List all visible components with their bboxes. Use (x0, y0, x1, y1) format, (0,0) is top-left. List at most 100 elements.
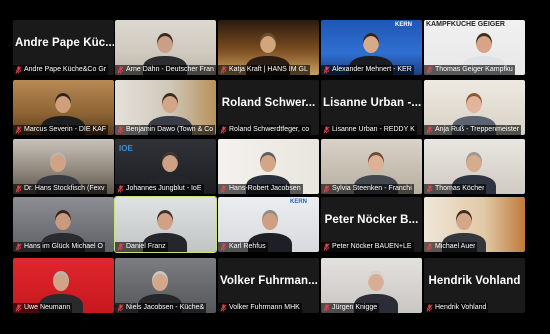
participant-tile[interactable]: Dr. Hans Stockfisch (Fexv (13, 139, 114, 194)
muted-mic-icon (15, 243, 22, 251)
participant-name-bar: Alexander Mehnert - KER (321, 65, 414, 75)
participant-tile[interactable]: Hans-Robert Jacobsen (218, 139, 319, 194)
participant-name-label: Thomas Geiger Kampfku (435, 66, 513, 73)
participant-name-bar: Niels Jacobsen - Küche& (115, 303, 207, 313)
participant-name-label: Anja Ruß - Treppenmeister (435, 126, 520, 133)
participant-name-bar: Peter Nöcker BAUEN+LE (321, 242, 414, 252)
muted-mic-icon (15, 185, 22, 193)
participant-name-bar: Anja Ruß - Treppenmeister (424, 125, 522, 135)
participant-name-label: Dr. Hans Stockfisch (Fexv (24, 185, 105, 192)
participant-name-bar: Daniel Franz (115, 242, 168, 252)
participant-name-bar: Thomas Köcher (424, 184, 487, 194)
participant-tile[interactable]: Michael Auer (424, 197, 525, 252)
muted-mic-icon (117, 304, 124, 312)
participant-name-bar: Roland Schwerdtfeger, co (218, 125, 312, 135)
company-logo: IOE (119, 144, 133, 153)
participant-name-bar: Jürgen Knigge (321, 303, 380, 313)
company-logo: KERN (395, 22, 413, 28)
muted-mic-icon (117, 185, 124, 193)
participant-name-bar: Thomas Geiger Kampfku (424, 65, 515, 75)
participant-name-bar: Lisanne Urban - REDDY K (321, 125, 417, 135)
participant-tile[interactable]: Peter Nöcker B... Peter Nöcker BAUEN+LE (321, 197, 422, 252)
participant-name-bar: Benjamin Dawo (Town & Co (115, 125, 216, 135)
participant-display-name: Hendrik Vohland (428, 275, 521, 287)
participant-tile[interactable]: Hans im Glück Michael O (13, 197, 114, 252)
participant-name-label: Peter Nöcker BAUEN+LE (332, 243, 412, 250)
muted-mic-icon (220, 185, 227, 193)
participant-name-label: Niels Jacobsen - Küche& (126, 304, 205, 311)
muted-mic-icon (426, 185, 433, 193)
participant-name-label: Hans im Glück Michael O (24, 243, 103, 250)
participant-name-label: Thomas Köcher (435, 185, 485, 192)
muted-mic-icon (15, 66, 22, 74)
participant-display-name: Peter Nöcker B... (324, 214, 419, 226)
participant-tile[interactable]: KAMPFKÜCHE GEIGER Thomas Geiger Kampfku (424, 20, 525, 75)
participant-tile[interactable]: IOE Johannes Jungblut - IoE (115, 139, 216, 194)
participant-tile[interactable]: Roland Schwer... Roland Schwerdtfeger, co (218, 80, 319, 135)
participant-name-label: Michael Auer (435, 243, 476, 250)
participant-name-label: Uwe Neumann (24, 304, 71, 311)
participant-name-bar: Uwe Neumann (13, 303, 73, 313)
muted-mic-icon (220, 126, 227, 134)
muted-mic-icon (323, 126, 330, 134)
participant-name-label: Roland Schwerdtfeger, co (229, 126, 310, 133)
participant-name-bar: Johannes Jungblut - IoE (115, 184, 204, 194)
muted-mic-icon (426, 126, 433, 134)
participant-name-bar: Karl Rehfus (218, 242, 268, 252)
participant-tile[interactable]: Uwe Neumann (13, 258, 114, 313)
participant-tile[interactable]: KERN Karl Rehfus (218, 197, 319, 252)
participant-name-bar: Dr. Hans Stockfisch (Fexv (13, 184, 107, 194)
participant-tile[interactable]: Marcus Severin - DIE KAF (13, 80, 114, 135)
participant-tile[interactable]: Sylvia Steenken - Franchi (321, 139, 422, 194)
muted-mic-icon (117, 66, 124, 74)
participant-tile[interactable]: Arne Dähn - Deutscher Fran (115, 20, 216, 75)
participant-name-label: Volker Fuhrmann MHK (229, 304, 300, 311)
participant-name-label: Daniel Franz (126, 243, 166, 250)
muted-mic-icon (220, 243, 227, 251)
participant-display-name: Andre Pape Küc... (15, 37, 114, 49)
participant-tile[interactable]: Daniel Franz (114, 196, 217, 253)
participant-name-label: Arne Dähn - Deutscher Fran (126, 66, 214, 73)
participant-display-name: Roland Schwer... (221, 97, 316, 109)
participant-display-name: Lisanne Urban -... (323, 97, 422, 109)
muted-mic-icon (15, 304, 22, 312)
muted-mic-icon (117, 126, 124, 134)
participant-tile[interactable]: Katja Kraft | HANS IM GL (218, 20, 319, 75)
muted-mic-icon (426, 243, 433, 251)
participant-name-label: Benjamin Dawo (Town & Co (126, 126, 214, 133)
participant-name-label: Lisanne Urban - REDDY K (332, 126, 415, 133)
participant-name-bar: Sylvia Steenken - Franchi (321, 184, 414, 194)
participant-name-label: Johannes Jungblut - IoE (126, 185, 202, 192)
participant-name-label: Hendrik Vohland (435, 304, 487, 311)
participant-name-label: Marcus Severin - DIE KAF (24, 126, 107, 133)
participant-name-bar: Hendrik Vohland (424, 303, 489, 313)
muted-mic-icon (220, 304, 227, 312)
participant-tile[interactable]: Benjamin Dawo (Town & Co (115, 80, 216, 135)
participant-name-label: Karl Rehfus (229, 243, 266, 250)
participant-tile[interactable]: Andre Pape Küc... Andre Pape Küche&Co Gr (13, 20, 114, 75)
participant-name-bar: Michael Auer (424, 242, 478, 252)
muted-mic-icon (323, 243, 330, 251)
participant-tile[interactable]: Thomas Köcher (424, 139, 525, 194)
participant-tile[interactable]: Lisanne Urban -... Lisanne Urban - REDDY … (321, 80, 422, 135)
muted-mic-icon (15, 126, 22, 134)
participant-name-bar: Katja Kraft | HANS IM GL (218, 65, 310, 75)
muted-mic-icon (323, 66, 330, 74)
participant-tile[interactable]: Jürgen Knigge (321, 258, 422, 313)
participant-name-bar: Volker Fuhrmann MHK (218, 303, 302, 313)
muted-mic-icon (323, 304, 330, 312)
participant-tile[interactable]: KERN Alexander Mehnert - KER (321, 20, 422, 75)
muted-mic-icon (220, 66, 227, 74)
muted-mic-icon (323, 185, 330, 193)
participant-name-bar: Hans im Glück Michael O (13, 242, 105, 252)
participant-name-label: Jürgen Knigge (332, 304, 378, 311)
participant-tile[interactable]: Anja Ruß - Treppenmeister (424, 80, 525, 135)
participant-name-bar: Arne Dähn - Deutscher Fran (115, 65, 216, 75)
participant-tile[interactable]: Niels Jacobsen - Küche& (115, 258, 216, 313)
gallery-view: Andre Pape Küc... Andre Pape Küche&Co Gr A… (0, 0, 550, 334)
participant-tile[interactable]: Hendrik Vohland Hendrik Vohland (424, 258, 525, 313)
participant-name-bar: Marcus Severin - DIE KAF (13, 125, 109, 135)
participant-tile[interactable]: Volker Fuhrman... Volker Fuhrmann MHK (218, 258, 319, 313)
muted-mic-icon (426, 66, 433, 74)
muted-mic-icon (117, 243, 124, 251)
